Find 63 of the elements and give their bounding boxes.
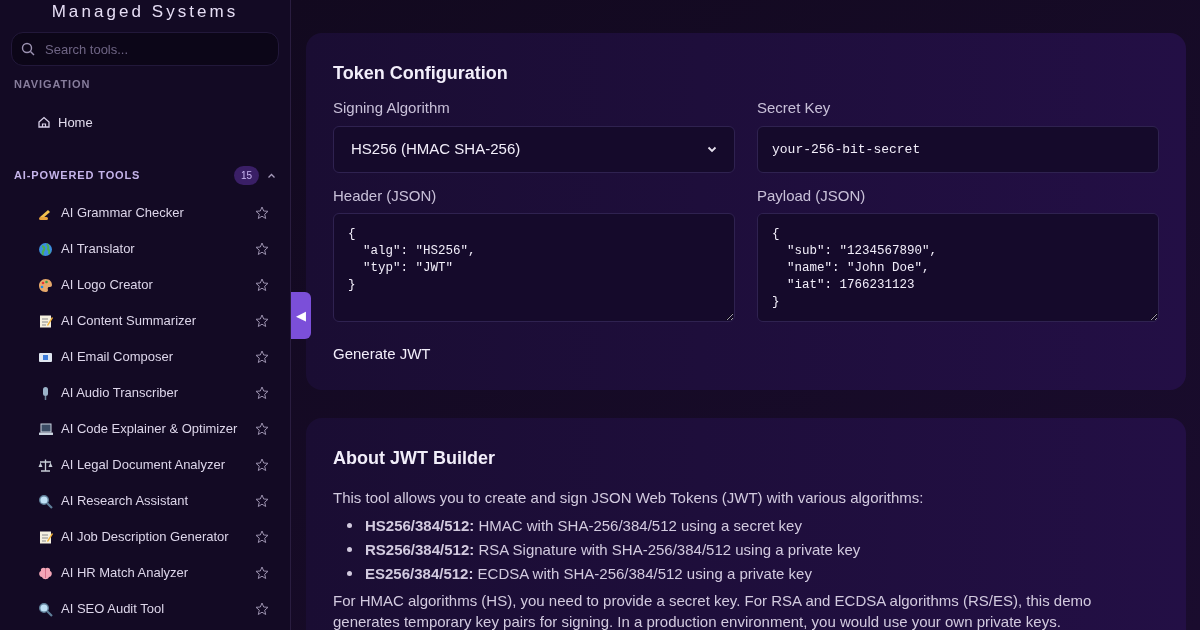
- list-item-text: RS256/384/512: RSA Signature with SHA-256/384/512 using a private key: [365, 539, 861, 560]
- card-title: About JWT Builder: [333, 447, 496, 470]
- search-icon: [21, 42, 35, 56]
- intro-paragraph: This tool allows you to create and sign JSON Web Tokens (JWT) with various algorithms:: [333, 488, 925, 508]
- memo-icon: [38, 529, 53, 545]
- star-icon[interactable]: [255, 386, 269, 400]
- star-icon[interactable]: [255, 242, 269, 256]
- tool-link[interactable]: AI Logo Creator: [38, 275, 255, 295]
- star-icon[interactable]: [255, 314, 269, 328]
- nav-link[interactable]: Home: [37, 112, 93, 132]
- list-item-text: HS256/384/512: HMAC with SHA-256/384/512 using a secret key: [365, 515, 802, 536]
- section-heading: AI-POWERED TOOLS: [14, 168, 142, 184]
- note-paragraph: For HMAC algorithms (HS), you need to provide a secret key. For RSA and ECDSA algorithms (RS/ES), this demo generates temporary key pairs for signing. In a production environment, you would use your own private keys.: [333, 590, 1093, 630]
- generate-button[interactable]: Generate JWT: [333, 343, 431, 366]
- tool-link[interactable]: AI Content Summarizer: [38, 311, 255, 331]
- star-icon[interactable]: [255, 530, 269, 544]
- magnifier-icon: [38, 601, 53, 617]
- star-icon[interactable]: [255, 494, 269, 508]
- brand-name: Managed Systems: [50, 1, 240, 23]
- tool-link[interactable]: AI Job Description Generator: [38, 527, 255, 547]
- tool-link[interactable]: AI Audio Transcriber: [38, 383, 255, 403]
- palette-icon: [38, 277, 53, 293]
- bullet-icon: [347, 571, 352, 576]
- algorithm-dropdown[interactable]: HS256 (HMAC SHA-256): [333, 125, 735, 173]
- tool-link[interactable]: AI Research Assistant: [38, 491, 255, 511]
- magnifier-icon: [38, 493, 53, 509]
- laptop-icon: [38, 421, 53, 437]
- memo-icon: [38, 313, 53, 329]
- tool-link[interactable]: AI Translator: [38, 239, 255, 259]
- caret-icon: [707, 145, 717, 153]
- brain-icon: [38, 565, 53, 581]
- search-field[interactable]: Search tools...: [11, 32, 279, 66]
- home-icon: [37, 114, 52, 130]
- scales-icon: [38, 457, 53, 473]
- bullet-icon: [347, 523, 352, 528]
- chevron-icon[interactable]: [267, 171, 276, 180]
- field-label: Header (JSON): [333, 185, 438, 206]
- payload-json-field[interactable]: { "sub": "1234567890", "name": "John Doe", "iat": 1766231123 }: [757, 213, 1159, 322]
- tool-link[interactable]: AI Grammar Checker: [38, 203, 255, 223]
- star-icon[interactable]: [255, 206, 269, 220]
- star-icon[interactable]: [255, 566, 269, 580]
- star-icon[interactable]: [255, 350, 269, 364]
- field-label: Signing Algorithm: [333, 98, 451, 118]
- tool-link[interactable]: AI SEO Audit Tool: [38, 599, 255, 619]
- tool-link[interactable]: AI Email Composer: [38, 347, 255, 367]
- field-label: Payload (JSON): [757, 185, 867, 206]
- card-title: Token Configuration: [333, 62, 509, 85]
- count-badge: 15: [233, 166, 259, 185]
- star-icon[interactable]: [255, 422, 269, 436]
- star-icon[interactable]: [255, 278, 269, 292]
- bullet-icon: [347, 547, 352, 552]
- list-item-text: ES256/384/512: ECDSA with SHA-256/384/512 using a private key: [365, 563, 812, 584]
- header-json-field[interactable]: { "alg": "HS256", "typ": "JWT" }: [333, 213, 735, 322]
- section-heading: NAVIGATION: [13, 77, 92, 92]
- tool-link[interactable]: AI HR Match Analyzer: [38, 563, 255, 583]
- secret-key-field[interactable]: your-256-bit-secret: [757, 125, 1159, 173]
- star-icon[interactable]: [255, 602, 269, 616]
- globe-icon: [38, 241, 53, 257]
- field-label: Secret Key: [757, 98, 832, 118]
- collapse-sidebar-button[interactable]: ◀: [291, 292, 311, 339]
- star-icon[interactable]: [255, 458, 269, 472]
- tool-link[interactable]: AI Legal Document Analyzer: [38, 455, 255, 475]
- tool-link[interactable]: AI Code Explainer & Optimizer: [38, 419, 255, 439]
